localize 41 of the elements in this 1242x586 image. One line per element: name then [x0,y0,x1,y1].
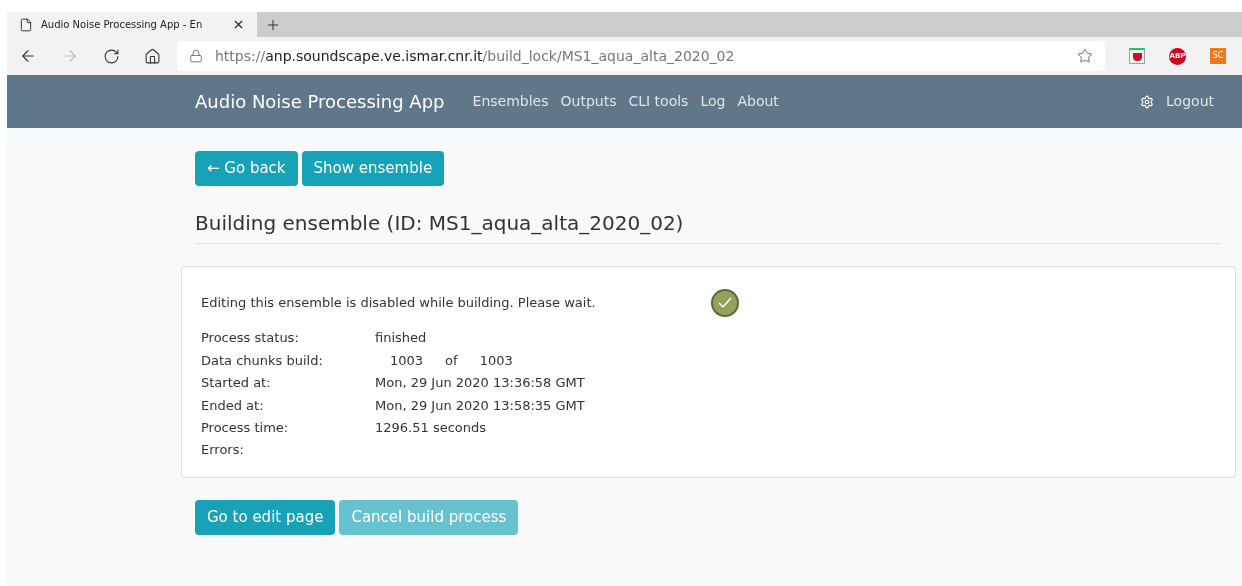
action-button[interactable]: Show ensemble [301,151,445,186]
app-brand[interactable]: Audio Noise Processing App [195,88,445,115]
forward-icon [61,47,79,65]
settings-icon [1140,94,1155,109]
field-value: 1296.51 seconds [375,419,487,437]
nav-link[interactable]: CLI tools [628,91,689,112]
field-label: Process time: [201,419,290,437]
extension-icon[interactable]: SC [1210,48,1226,64]
field-label: Process status: [201,329,300,348]
close-icon [232,18,245,31]
browser-tab[interactable]: Audio Noise Processing App - En [7,12,257,37]
nav-link[interactable]: Outputs [560,91,617,112]
page-icon [19,17,33,32]
url-text: https://anp.soundscape.ve.ismar.cnr.it/build_lock/MS1_aqua_alta_2020_02 [215,46,735,66]
field-value: Mon, 29 Jun 2020 13:58:35 GMT [375,396,585,415]
field-label: Started at: [201,374,272,393]
field-label: Errors: [201,441,245,460]
star-icon [1077,48,1093,64]
field-value: finished [375,329,427,348]
field-label: Data chunks build: [201,351,324,370]
action-button[interactable]: ← Go back [195,151,298,186]
new-tab-icon [265,17,281,33]
status-message: Editing this ensemble is disabled while building. Please wait. [201,294,597,313]
field-value: 1003 [390,351,424,370]
action-button[interactable]: Go to edit page [195,500,336,535]
tab-title: Audio Noise Processing App - En [41,18,204,32]
reload-icon [103,47,120,65]
field-value: 1003 [479,351,513,370]
field-value: of [445,351,458,370]
shield-extension-icon[interactable] [1129,48,1145,64]
address-bar[interactable]: https://anp.soundscape.ve.ismar.cnr.it/build_lock/MS1_aqua_alta_2020_02 [177,41,1105,71]
logout-link[interactable]: Logout [1166,91,1214,112]
page-heading: Building ensemble (ID: MS1_aqua_alta_2020_02) [195,208,1221,244]
lock-icon [189,49,203,63]
field-label: Ended at: [201,396,265,415]
nav-link[interactable]: About [737,91,779,112]
home-icon [144,47,161,65]
field-value: Mon, 29 Jun 2020 13:36:58 GMT [375,374,585,393]
back-icon [19,47,37,65]
nav-link[interactable]: Log [700,91,726,112]
nav-link[interactable]: Ensembles [472,91,549,112]
